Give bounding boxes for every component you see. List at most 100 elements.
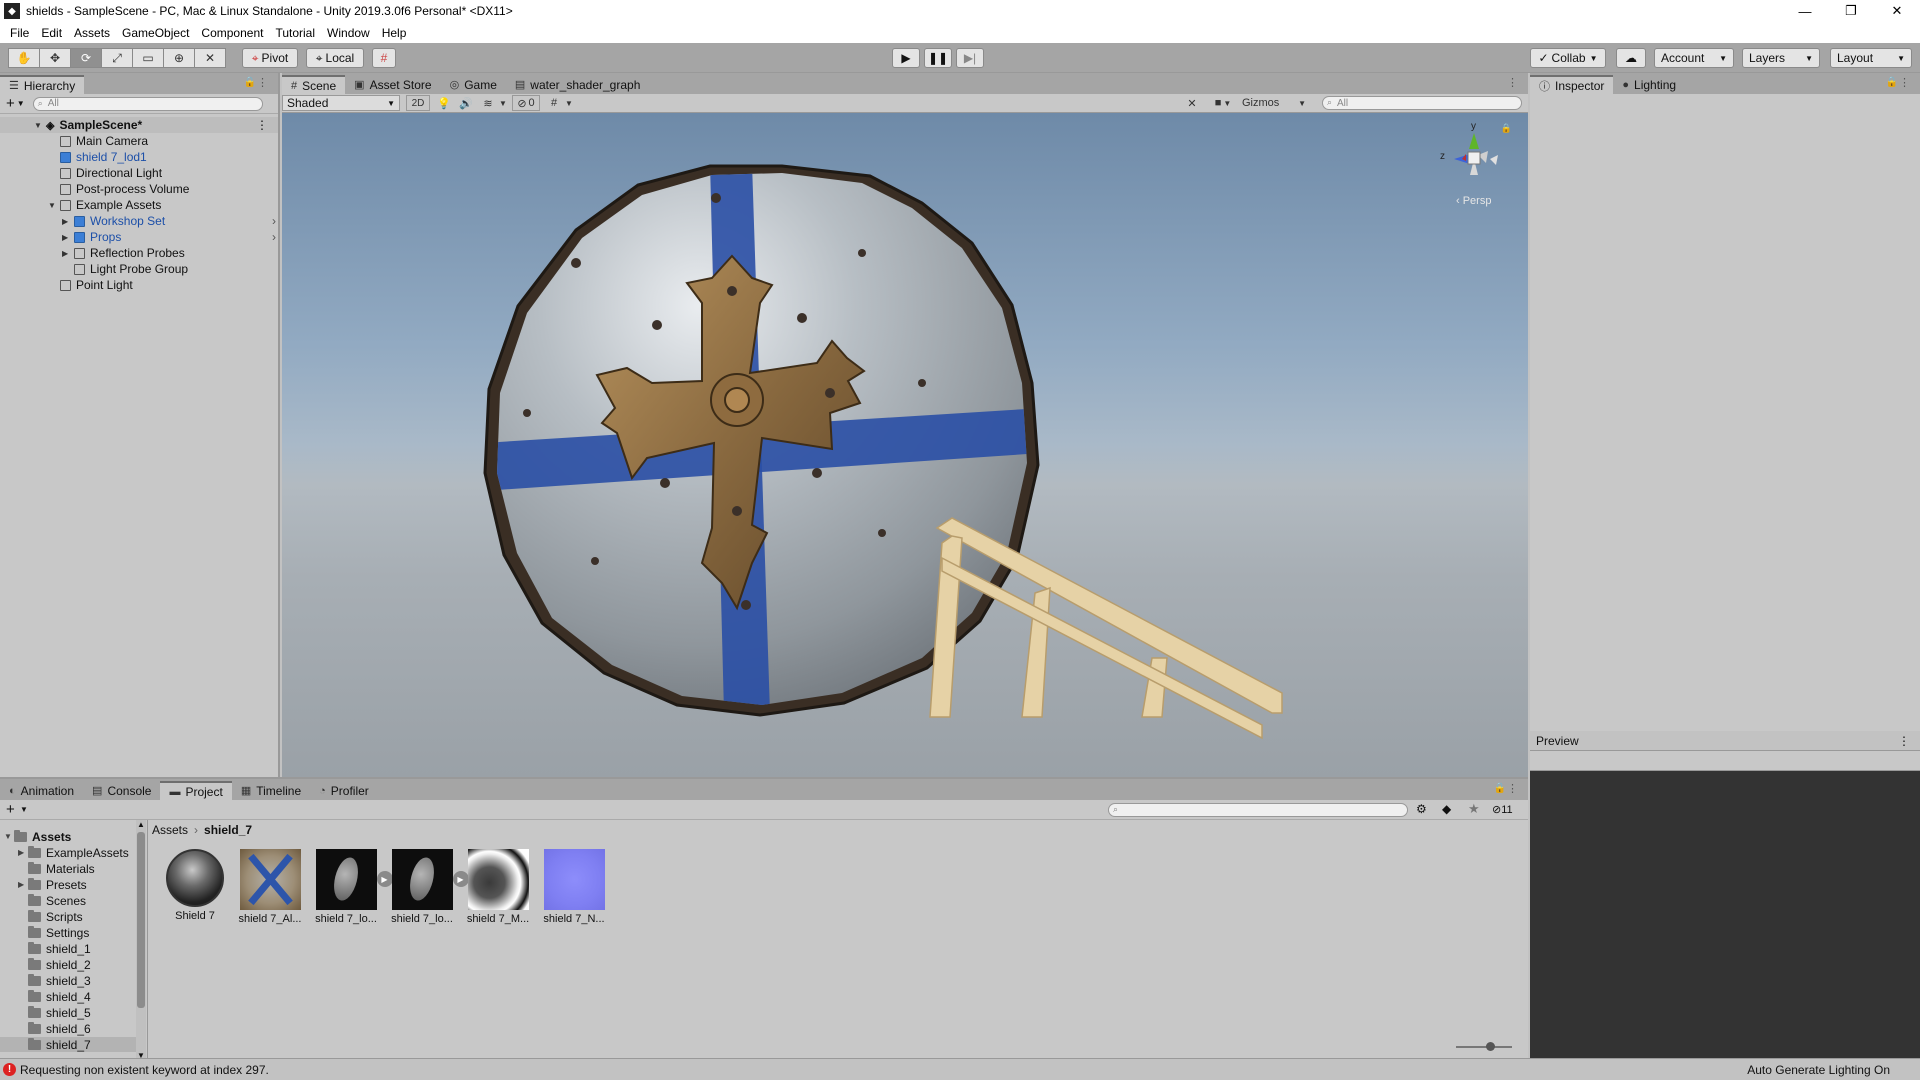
rect-tool-icon[interactable]: ▭ bbox=[132, 48, 164, 68]
more-icon[interactable]: ⋮ bbox=[1899, 76, 1910, 89]
menu-assets[interactable]: Assets bbox=[68, 26, 116, 40]
scroll-up-icon[interactable]: ▲ bbox=[137, 820, 145, 829]
tab-lighting[interactable]: ● Lighting bbox=[1613, 75, 1685, 94]
scene-viewport[interactable]: y z 🔒 ‹ Persp bbox=[282, 113, 1528, 777]
grid-toggle-icon[interactable]: # bbox=[544, 95, 564, 111]
folder-shield-5[interactable]: shield_5 bbox=[28, 1005, 91, 1020]
orientation-gizmo[interactable]: y z 🔒 ‹ Persp bbox=[1434, 121, 1514, 211]
hierarchy-search-input[interactable]: ⌕ All bbox=[32, 96, 263, 111]
hier-item-light-probe-group[interactable]: Light Probe Group bbox=[74, 261, 188, 277]
menu-help[interactable]: Help bbox=[376, 26, 413, 40]
status-error-message[interactable]: Requesting non existent keyword at index… bbox=[20, 1063, 269, 1077]
more-icon[interactable]: ⋮ bbox=[1507, 76, 1518, 89]
hand-tool-icon[interactable]: ✋ bbox=[8, 48, 40, 68]
pivot-toggle[interactable]: ⌖ Pivot bbox=[242, 48, 298, 68]
folder-exampleassets[interactable]: ▶ ExampleAssets bbox=[18, 845, 129, 860]
scene-search-input[interactable]: ⌕ All bbox=[1322, 96, 1522, 110]
scale-tool-icon[interactable]: ⤢ bbox=[101, 48, 133, 68]
snap-grid-icon[interactable]: # bbox=[372, 48, 396, 68]
tab-hierarchy[interactable]: ☰ Hierarchy bbox=[0, 75, 85, 94]
expand-arrow-icon[interactable]: ▶ bbox=[62, 233, 72, 242]
custom-tool-icon[interactable]: ✕ bbox=[194, 48, 226, 68]
slider-thumb[interactable] bbox=[1486, 1042, 1495, 1051]
project-search-input[interactable]: ⌕ bbox=[1108, 803, 1408, 817]
tab-game[interactable]: ◎ Game bbox=[441, 75, 506, 94]
breadcrumb-assets[interactable]: Assets bbox=[152, 823, 188, 837]
lighting-toggle-icon[interactable]: 💡 bbox=[434, 95, 454, 111]
move-tool-icon[interactable]: ✥ bbox=[39, 48, 71, 68]
preview-area[interactable] bbox=[1530, 771, 1920, 1058]
folder-shield-7[interactable]: shield_7 bbox=[0, 1037, 136, 1052]
more-icon[interactable]: ⋮ bbox=[1898, 734, 1910, 748]
chevron-down-icon[interactable]: ▼ bbox=[498, 95, 508, 111]
folder-shield-2[interactable]: shield_2 bbox=[28, 957, 91, 972]
more-icon[interactable]: ⋮ bbox=[256, 118, 268, 132]
expand-arrow-icon[interactable]: ▼ bbox=[34, 121, 44, 130]
filter-type-icon[interactable]: ⚙ bbox=[1416, 802, 1427, 816]
more-icon[interactable]: ⋮ bbox=[257, 76, 268, 89]
error-icon[interactable]: ! bbox=[3, 1063, 16, 1076]
layout-dropdown[interactable]: Layout ▼ bbox=[1830, 48, 1912, 68]
minimize-button[interactable]: — bbox=[1782, 0, 1828, 22]
menu-edit[interactable]: Edit bbox=[35, 26, 68, 40]
expand-arrow-icon[interactable]: ▶ bbox=[18, 880, 28, 889]
gizmo-lock-icon[interactable]: 🔒 bbox=[1501, 123, 1512, 134]
effects-toggle-icon[interactable]: ≋ bbox=[478, 95, 498, 111]
camera-dropdown[interactable]: ■ ▼ bbox=[1208, 95, 1238, 111]
menu-file[interactable]: File bbox=[4, 26, 35, 40]
audio-toggle-icon[interactable]: 🔊 bbox=[456, 95, 476, 111]
hier-item-main-camera[interactable]: Main Camera bbox=[60, 133, 148, 149]
asset-shield-7-normal[interactable]: shield 7_N... bbox=[542, 849, 606, 925]
hier-item-point-light[interactable]: Point Light bbox=[60, 277, 133, 293]
lock-icon[interactable]: 🔒 bbox=[244, 77, 256, 88]
folder-scenes[interactable]: Scenes bbox=[28, 893, 86, 908]
tab-timeline[interactable]: ▦ Timeline bbox=[232, 781, 310, 800]
persp-label[interactable]: ‹ Persp bbox=[1456, 195, 1491, 207]
hier-item-shield-7-lod1[interactable]: shield 7_lod1 bbox=[60, 149, 147, 165]
expand-arrow-icon[interactable]: ▶ bbox=[18, 848, 28, 857]
chevron-right-icon[interactable]: › bbox=[272, 214, 276, 228]
scene-root[interactable]: ▼ ◈ SampleScene* ⋮ bbox=[0, 117, 278, 133]
asset-shield-7-prefab[interactable]: Shield 7 bbox=[163, 849, 227, 922]
hidden-packages-toggle[interactable]: ⊘11 bbox=[1492, 803, 1513, 816]
breadcrumb-shield-7[interactable]: shield_7 bbox=[204, 823, 252, 837]
folder-settings[interactable]: Settings bbox=[28, 925, 89, 940]
create-add-icon[interactable]: + bbox=[6, 95, 15, 112]
expand-arrow-icon[interactable]: ▼ bbox=[48, 201, 58, 210]
hier-item-directional-light[interactable]: Directional Light bbox=[60, 165, 162, 181]
icon-size-slider[interactable] bbox=[1456, 1042, 1512, 1051]
folder-tree-scrollbar[interactable]: ▲ ▼ bbox=[136, 820, 146, 1060]
step-button[interactable]: ▶| bbox=[956, 48, 984, 68]
rotate-tool-icon[interactable]: ⟳ bbox=[70, 48, 102, 68]
hier-item-post-process-volume[interactable]: Post-process Volume bbox=[60, 181, 189, 197]
transform-tool-icon[interactable]: ⊕ bbox=[163, 48, 195, 68]
folder-presets[interactable]: ▶ Presets bbox=[18, 877, 87, 892]
asset-shield-7-metallic[interactable]: shield 7_M... bbox=[466, 849, 530, 925]
hier-item-props[interactable]: ▶ Props › bbox=[62, 229, 276, 245]
tab-console[interactable]: ▤ Console bbox=[83, 781, 160, 800]
chevron-down-icon[interactable]: ▼ bbox=[564, 95, 574, 111]
chevron-down-icon[interactable]: ▼ bbox=[17, 99, 25, 108]
asset-shield-7-lod-mesh-a[interactable]: ▶ shield 7_lo... bbox=[314, 849, 393, 925]
scrollbar-thumb[interactable] bbox=[137, 832, 145, 1008]
tab-animation[interactable]: ◐ Animation bbox=[0, 781, 83, 800]
hier-item-workshop-set[interactable]: ▶ Workshop Set › bbox=[62, 213, 276, 229]
collab-dropdown[interactable]: ✓ Collab ▼ bbox=[1530, 48, 1606, 68]
folder-shield-6[interactable]: shield_6 bbox=[28, 1021, 91, 1036]
chevron-right-icon[interactable]: › bbox=[272, 230, 276, 244]
folder-shield-1[interactable]: shield_1 bbox=[28, 941, 91, 956]
play-button[interactable]: ▶ bbox=[892, 48, 920, 68]
pause-button[interactable]: ❚❚ bbox=[924, 48, 952, 68]
shading-mode-dropdown[interactable]: Shaded ▼ bbox=[282, 95, 400, 111]
more-icon[interactable]: ⋮ bbox=[1507, 782, 1518, 795]
local-toggle[interactable]: ⌖ Local bbox=[306, 48, 364, 68]
tab-profiler[interactable]: ◔ Profiler bbox=[310, 781, 378, 800]
tab-inspector[interactable]: ⓘ Inspector bbox=[1530, 75, 1614, 94]
favorite-star-icon[interactable]: ★ bbox=[1468, 801, 1480, 817]
create-add-icon[interactable]: + bbox=[6, 801, 15, 818]
asset-shield-7-lod-mesh-b[interactable]: ▶ shield 7_lo... bbox=[390, 849, 469, 925]
cloud-icon[interactable]: ☁ bbox=[1616, 48, 1646, 68]
hier-item-example-assets[interactable]: ▼ Example Assets bbox=[48, 197, 161, 213]
menu-gameobject[interactable]: GameObject bbox=[116, 26, 195, 40]
tab-asset-store[interactable]: ▣ Asset Store bbox=[345, 75, 440, 94]
